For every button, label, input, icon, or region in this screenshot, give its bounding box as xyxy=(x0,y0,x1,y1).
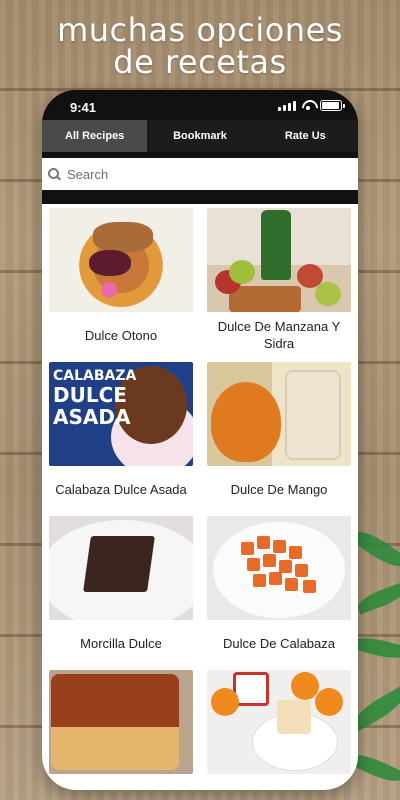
recipe-card[interactable]: Morcilla Dulce xyxy=(42,512,200,666)
recipe-title xyxy=(273,774,285,790)
recipe-image xyxy=(207,208,351,312)
recipe-title: Calabaza Dulce Asada xyxy=(55,481,187,497)
tab-all-recipes[interactable]: All Recipes xyxy=(42,120,148,152)
promo-headline: muchas opciones de recetas xyxy=(0,14,400,78)
status-time: 9:41 xyxy=(70,100,97,115)
recipe-grid: Dulce Otono Dulce De Manzana Y Sidra CAL… xyxy=(42,204,358,790)
recipe-title: Dulce De Mango xyxy=(230,481,328,497)
recipe-image xyxy=(207,362,351,466)
tab-rate-us[interactable]: Rate Us xyxy=(253,120,358,152)
headline-line-2: de recetas xyxy=(113,43,287,81)
phone-frame: 9:41 All Recipes Bookmark Rate Us Dulce … xyxy=(42,90,358,790)
thumb-text: DULCE xyxy=(53,383,127,407)
recipe-card[interactable]: Dulce De Mango xyxy=(200,358,358,512)
recipe-image xyxy=(49,208,193,312)
leaf-decoration xyxy=(354,581,400,615)
recipe-title xyxy=(115,774,127,790)
recipe-list[interactable]: Dulce Otono Dulce De Manzana Y Sidra CAL… xyxy=(42,204,358,790)
recipe-card[interactable] xyxy=(42,666,200,790)
wifi-icon xyxy=(301,99,315,111)
leaf-decoration xyxy=(350,633,400,663)
recipe-title: Dulce De Calabaza xyxy=(222,635,335,651)
tab-bookmark[interactable]: Bookmark xyxy=(147,120,252,152)
recipe-image xyxy=(49,670,193,774)
recipe-image xyxy=(207,516,351,620)
recipe-card[interactable]: Dulce Otono xyxy=(42,204,200,358)
headline-line-1: muchas opciones xyxy=(57,11,343,49)
search-input[interactable] xyxy=(67,166,307,182)
recipe-image: CALABAZA DULCE ASADA xyxy=(49,362,193,466)
recipe-image xyxy=(207,670,351,774)
recipe-card[interactable]: CALABAZA DULCE ASADA Calabaza Dulce Asad… xyxy=(42,358,200,512)
search-icon xyxy=(48,167,61,181)
phone-notch xyxy=(150,90,250,112)
recipe-card[interactable]: Dulce De Manzana Y Sidra xyxy=(200,204,358,358)
search-bar[interactable] xyxy=(42,158,358,190)
recipe-card[interactable]: Dulce De Calabaza xyxy=(200,512,358,666)
recipe-card[interactable] xyxy=(200,666,358,790)
status-icons xyxy=(278,99,345,111)
battery-icon xyxy=(320,100,345,111)
tab-bar: All Recipes Bookmark Rate Us xyxy=(42,120,358,152)
recipe-title: Dulce Otono xyxy=(84,327,158,343)
recipe-title: Morcilla Dulce xyxy=(80,635,162,651)
thumb-text: CALABAZA xyxy=(53,368,137,384)
signal-icon xyxy=(278,101,296,111)
recipe-title: Dulce De Manzana Y Sidra xyxy=(217,319,341,351)
recipe-image xyxy=(49,516,193,620)
thumb-text: ASADA xyxy=(53,405,131,429)
